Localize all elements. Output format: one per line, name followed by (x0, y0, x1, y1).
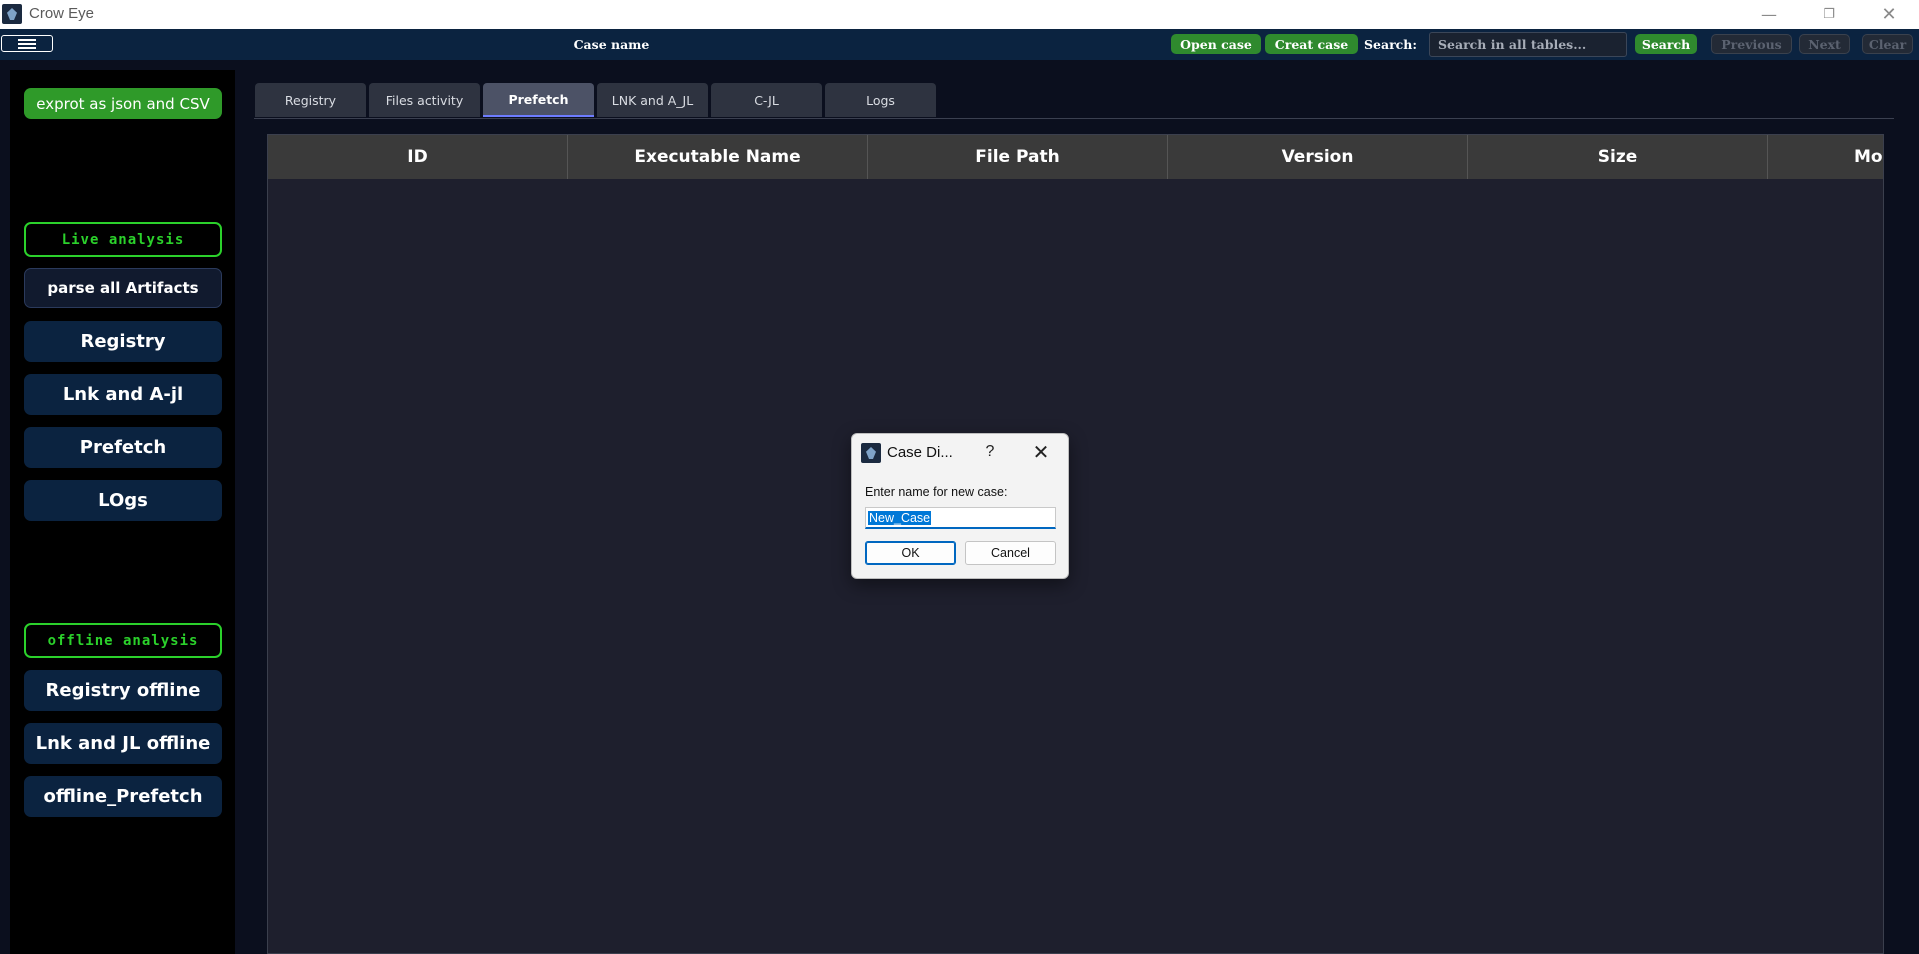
crow-eye-logo-icon (861, 443, 881, 463)
column-header-id[interactable]: ID (268, 135, 568, 179)
offline-analysis-section[interactable]: offline analysis (24, 623, 222, 658)
dialog-title: Case Di... (887, 444, 953, 461)
window-title-bar: Crow Eye — ❐ ✕ (0, 0, 1919, 30)
column-header-file-path[interactable]: File Path (868, 135, 1168, 179)
sidebar-item-registry-offline[interactable]: Registry offline (24, 670, 222, 711)
case-dialog: Case Di... ? ✕ Enter name for new case: … (851, 433, 1069, 579)
parse-all-artifacts-button[interactable]: parse all Artifacts (24, 268, 222, 308)
tab-registry[interactable]: Registry (255, 83, 366, 117)
column-header-size[interactable]: Size (1468, 135, 1768, 179)
prefetch-table[interactable]: ID Executable Name File Path Version Siz… (267, 134, 1884, 954)
tab-divider (254, 118, 1894, 119)
tab-prefetch[interactable]: Prefetch (483, 83, 594, 117)
column-header-modified[interactable]: Mo (1768, 135, 1883, 179)
sidebar-item-logs[interactable]: LOgs (24, 480, 222, 521)
column-header-version[interactable]: Version (1168, 135, 1468, 179)
search-button[interactable]: Search (1635, 34, 1697, 54)
column-header-executable-name[interactable]: Executable Name (568, 135, 868, 179)
case-name-input[interactable]: New_Case (865, 507, 1056, 529)
app-toolbar: Case name Open case Creat case Search: S… (0, 29, 1919, 60)
case-name-prompt: Enter name for new case: (865, 485, 1008, 499)
sidebar-item-offline-prefetch[interactable]: offline_Prefetch (24, 776, 222, 817)
tab-lnk-ajl[interactable]: LNK and A_JL (597, 83, 708, 117)
case-name-label: Case name (573, 37, 650, 52)
maximize-button[interactable]: ❐ (1800, 0, 1858, 29)
hamburger-menu-icon[interactable] (1, 35, 53, 52)
next-button[interactable]: Next (1799, 34, 1850, 54)
sidebar-item-lnk-jl-offline[interactable]: Lnk and JL offline (24, 723, 222, 764)
previous-button[interactable]: Previous (1711, 34, 1792, 54)
window-title: Crow Eye (29, 5, 95, 22)
case-name-value: New_Case (868, 510, 932, 525)
tab-c-jl[interactable]: C-JL (711, 83, 822, 117)
clear-button[interactable]: Clear (1862, 34, 1913, 54)
minimize-button[interactable]: — (1740, 0, 1798, 29)
live-analysis-section[interactable]: Live analysis (24, 222, 222, 257)
help-icon[interactable]: ? (978, 440, 1002, 464)
close-icon[interactable]: ✕ (1029, 440, 1053, 464)
tab-logs[interactable]: Logs (825, 83, 936, 117)
sidebar: exprot as json and CSV Live analysis par… (10, 70, 235, 954)
sidebar-item-prefetch[interactable]: Prefetch (24, 427, 222, 468)
open-case-button[interactable]: Open case (1171, 34, 1261, 54)
table-header: ID Executable Name File Path Version Siz… (268, 135, 1883, 179)
create-case-button[interactable]: Creat case (1265, 34, 1358, 54)
search-label: Search: (1364, 37, 1417, 52)
sidebar-item-registry[interactable]: Registry (24, 321, 222, 362)
ok-button[interactable]: OK (865, 541, 956, 565)
close-window-button[interactable]: ✕ (1860, 0, 1918, 29)
tab-files-activity[interactable]: Files activity (369, 83, 480, 117)
crow-eye-logo-icon (2, 4, 22, 24)
export-json-csv-button[interactable]: exprot as json and CSV (24, 88, 222, 119)
sidebar-item-lnk-ajl[interactable]: Lnk and A-jl (24, 374, 222, 415)
search-input[interactable] (1429, 32, 1627, 57)
cancel-button[interactable]: Cancel (965, 541, 1056, 565)
